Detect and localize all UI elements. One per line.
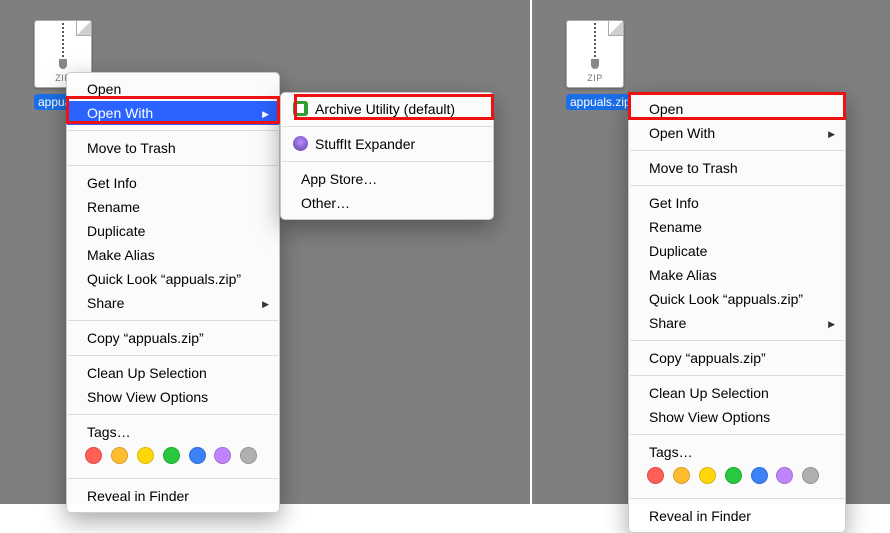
menu-move-to-trash[interactable]: Move to Trash bbox=[67, 136, 279, 160]
menu-reveal-in-finder[interactable]: Reveal in Finder bbox=[67, 484, 279, 508]
menu-clean-up[interactable]: Clean Up Selection bbox=[629, 381, 845, 405]
submenu-other[interactable]: Other… bbox=[281, 191, 493, 215]
menu-copy[interactable]: Copy “appuals.zip” bbox=[629, 346, 845, 370]
tag-orange[interactable] bbox=[111, 447, 128, 464]
menu-share[interactable]: Share bbox=[67, 291, 279, 315]
tag-purple[interactable] bbox=[214, 447, 231, 464]
menu-open[interactable]: Open bbox=[629, 97, 845, 121]
tag-blue[interactable] bbox=[189, 447, 206, 464]
tag-red[interactable] bbox=[85, 447, 102, 464]
tag-blue[interactable] bbox=[751, 467, 768, 484]
menu-rename[interactable]: Rename bbox=[67, 195, 279, 219]
tag-green[interactable] bbox=[725, 467, 742, 484]
menu-share[interactable]: Share bbox=[629, 311, 845, 335]
menu-make-alias[interactable]: Make Alias bbox=[629, 263, 845, 287]
menu-rename[interactable]: Rename bbox=[629, 215, 845, 239]
menu-quick-look[interactable]: Quick Look “appuals.zip” bbox=[629, 287, 845, 311]
tag-gray[interactable] bbox=[240, 447, 257, 464]
tags-row bbox=[67, 444, 279, 473]
menu-view-options[interactable]: Show View Options bbox=[67, 385, 279, 409]
menu-duplicate[interactable]: Duplicate bbox=[67, 219, 279, 243]
menu-tags[interactable]: Tags… bbox=[67, 420, 279, 444]
menu-make-alias[interactable]: Make Alias bbox=[67, 243, 279, 267]
context-menu: Open Open With Move to Trash Get Info Re… bbox=[628, 92, 846, 533]
stuffit-icon bbox=[293, 136, 308, 151]
menu-move-to-trash[interactable]: Move to Trash bbox=[629, 156, 845, 180]
menu-get-info[interactable]: Get Info bbox=[67, 171, 279, 195]
menu-view-options[interactable]: Show View Options bbox=[629, 405, 845, 429]
menu-open[interactable]: Open bbox=[67, 77, 279, 101]
menu-reveal-in-finder[interactable]: Reveal in Finder bbox=[629, 504, 845, 528]
submenu-stuffit-expander[interactable]: StuffIt Expander bbox=[281, 132, 493, 156]
file-label[interactable]: appuals.zip bbox=[566, 94, 635, 110]
tag-gray[interactable] bbox=[802, 467, 819, 484]
submenu-archive-utility[interactable]: Archive Utility (default) bbox=[281, 97, 493, 121]
menu-open-with[interactable]: Open With bbox=[67, 101, 279, 125]
tag-orange[interactable] bbox=[673, 467, 690, 484]
tag-yellow[interactable] bbox=[699, 467, 716, 484]
menu-tags[interactable]: Tags… bbox=[629, 440, 845, 464]
tag-green[interactable] bbox=[163, 447, 180, 464]
zip-document-icon: ZIP bbox=[566, 20, 624, 88]
open-with-submenu: Archive Utility (default) StuffIt Expand… bbox=[280, 92, 494, 220]
archive-utility-icon bbox=[293, 101, 308, 116]
submenu-app-store[interactable]: App Store… bbox=[281, 167, 493, 191]
menu-clean-up[interactable]: Clean Up Selection bbox=[67, 361, 279, 385]
menu-open-with[interactable]: Open With bbox=[629, 121, 845, 145]
tag-purple[interactable] bbox=[776, 467, 793, 484]
tags-row bbox=[629, 464, 845, 493]
menu-get-info[interactable]: Get Info bbox=[629, 191, 845, 215]
desktop-left: ZIP appuals.zip Open Open With Move to T… bbox=[0, 0, 532, 504]
file-icon[interactable]: ZIP appuals.zip bbox=[566, 20, 635, 110]
menu-duplicate[interactable]: Duplicate bbox=[629, 239, 845, 263]
desktop-right: ZIP appuals.zip Open Open With Move to T… bbox=[532, 0, 890, 504]
menu-quick-look[interactable]: Quick Look “appuals.zip” bbox=[67, 267, 279, 291]
tag-red[interactable] bbox=[647, 467, 664, 484]
context-menu: Open Open With Move to Trash Get Info Re… bbox=[66, 72, 280, 513]
tag-yellow[interactable] bbox=[137, 447, 154, 464]
menu-copy[interactable]: Copy “appuals.zip” bbox=[67, 326, 279, 350]
